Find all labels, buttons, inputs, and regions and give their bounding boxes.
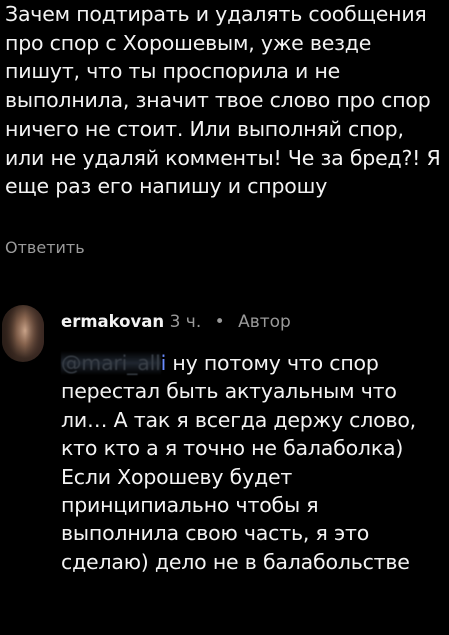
reply-comment-text: ну потому что спор перестал быть актуаль… bbox=[61, 351, 416, 574]
reply-button[interactable]: Ответить bbox=[5, 238, 85, 257]
parent-comment-text: Зачем подтирать и удалять сообщения про … bbox=[5, 2, 441, 199]
meta-separator: • bbox=[214, 312, 225, 332]
reply-time: 3 ч. bbox=[169, 312, 202, 332]
avatar[interactable] bbox=[2, 305, 44, 362]
reply-meta: ermakovan 3 ч. • Автор bbox=[61, 312, 291, 332]
username-link[interactable]: ermakovan bbox=[61, 312, 164, 331]
reply-comment: @mari_alli ну потому что спор перестал б… bbox=[61, 349, 441, 576]
mention-link[interactable]: @mari_all bbox=[61, 351, 161, 375]
author-badge: Автор bbox=[238, 312, 291, 332]
avatar-image bbox=[2, 305, 44, 362]
